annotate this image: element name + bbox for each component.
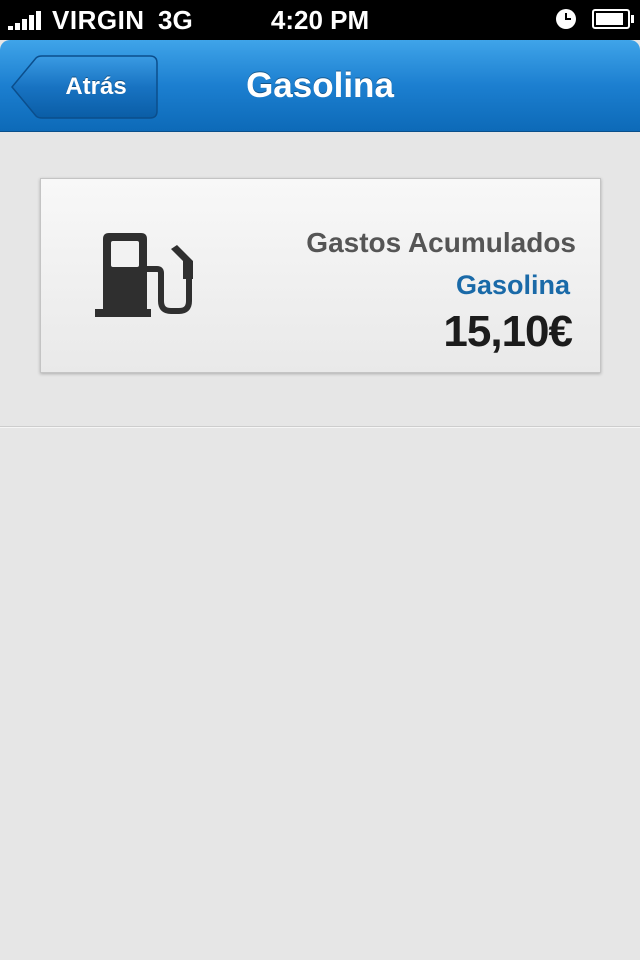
page-title: Gasolina bbox=[246, 66, 394, 105]
back-button-label: Atrás bbox=[65, 73, 127, 100]
navigation-bar: Atrás Gasolina bbox=[0, 40, 640, 132]
main-content: Gastos Acumulados Gasolina 15,10€ bbox=[0, 132, 640, 960]
card-label: Gastos Acumulados bbox=[306, 227, 576, 258]
status-bar: VIRGIN 3G 4:20 PM bbox=[0, 0, 640, 40]
accumulated-expenses-card: Gastos Acumulados Gasolina 15,10€ bbox=[40, 178, 601, 373]
battery-icon bbox=[592, 9, 634, 29]
back-button[interactable]: Atrás bbox=[10, 55, 158, 119]
fuel-pump-icon bbox=[95, 233, 193, 317]
status-time: 4:20 PM bbox=[270, 5, 370, 35]
card-category: Gasolina bbox=[455, 270, 570, 300]
alarm-clock-icon bbox=[556, 9, 576, 29]
divider bbox=[0, 426, 640, 428]
card-amount: 15,10€ bbox=[443, 307, 573, 356]
